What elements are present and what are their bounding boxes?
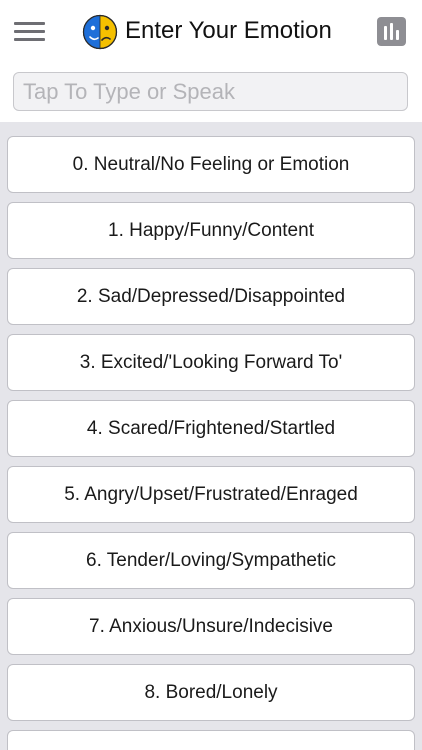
emotion-item-sad[interactable]: 2. Sad/Depressed/Disappointed [7, 268, 415, 325]
menu-line [14, 38, 45, 41]
emotion-list: 0. Neutral/No Feeling or Emotion 1. Happ… [0, 122, 422, 750]
menu-line [14, 22, 45, 25]
chart-bar [390, 23, 393, 40]
chart-bar [396, 30, 399, 40]
emotion-item-partial[interactable] [7, 730, 415, 750]
emotion-item-excited[interactable]: 3. Excited/'Looking Forward To' [7, 334, 415, 391]
menu-line [14, 30, 45, 33]
emotion-search-input[interactable] [13, 72, 408, 111]
emotion-item-bored[interactable]: 8. Bored/Lonely [7, 664, 415, 721]
emotion-item-anxious[interactable]: 7. Anxious/Unsure/Indecisive [7, 598, 415, 655]
search-bar [0, 62, 422, 122]
emotion-item-angry[interactable]: 5. Angry/Upset/Frustrated/Enraged [7, 466, 415, 523]
emotion-face-logo-icon [82, 14, 118, 50]
header-bar: Enter Your Emotion [0, 0, 422, 62]
bar-chart-icon[interactable] [377, 17, 406, 46]
emotion-item-scared[interactable]: 4. Scared/Frightened/Startled [7, 400, 415, 457]
emotion-item-neutral[interactable]: 0. Neutral/No Feeling or Emotion [7, 136, 415, 193]
emotion-item-tender[interactable]: 6. Tender/Loving/Sympathetic [7, 532, 415, 589]
app-screen: Enter Your Emotion 0. Neutral/No Feeling… [0, 0, 422, 750]
page-title: Enter Your Emotion [125, 17, 332, 44]
chart-bar [384, 26, 387, 40]
hamburger-menu-icon[interactable] [14, 20, 46, 44]
emotion-item-happy[interactable]: 1. Happy/Funny/Content [7, 202, 415, 259]
